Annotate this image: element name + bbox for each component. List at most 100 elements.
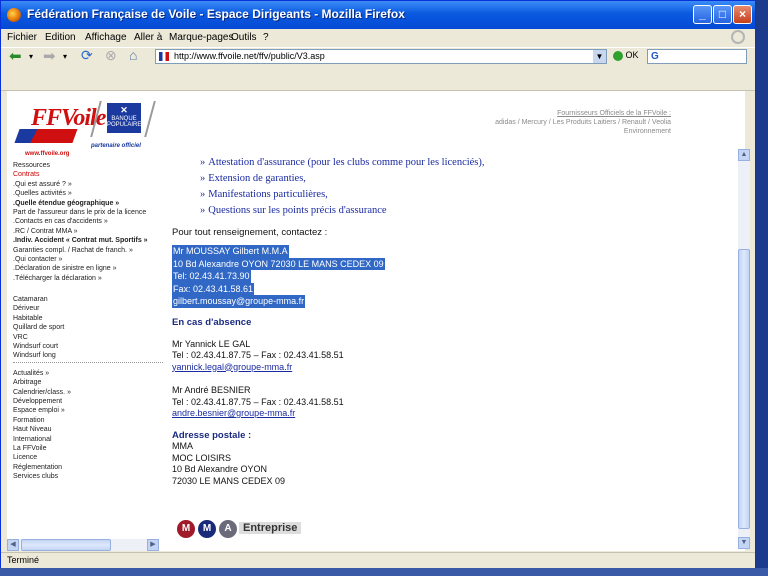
sidebar-item[interactable]: Arbitrage: [13, 378, 163, 387]
sidebar-item[interactable]: Formation: [13, 416, 163, 425]
vertical-scrollbar[interactable]: ▲ ▼: [738, 149, 750, 549]
contact-email-link[interactable]: andre.besnier@groupe-mma.fr: [172, 408, 295, 418]
selected-line: gilbert.moussay@groupe-mma.fr: [172, 295, 306, 308]
sidebar-item[interactable]: .Quelle étendue géographique »: [13, 199, 163, 208]
minimize-button[interactable]: _: [693, 5, 712, 24]
banque-populaire-logo[interactable]: ✕ BANQUE POPULAIRE: [107, 103, 141, 133]
scroll-right-icon[interactable]: ▶: [147, 539, 159, 551]
menu-affichage[interactable]: Affichage: [85, 32, 127, 43]
sidebar-item[interactable]: International: [13, 435, 163, 444]
sidebar-item[interactable]: Quillard de sport: [13, 323, 163, 332]
home-icon[interactable]: ⌂: [129, 47, 137, 63]
sidebar-item[interactable]: Licence: [13, 453, 163, 462]
hscroll-thumb[interactable]: [21, 539, 111, 551]
taskbar-edge: [0, 568, 768, 576]
navigation-toolbar: ⬅ ▾ ➡ ▾ ⟳ ⊗ ⌂ http://www.ffvoile.net/ffv…: [1, 47, 755, 69]
sidebar-item[interactable]: Calendrier/class. »: [13, 388, 163, 397]
bookmarks-toolbar: [1, 68, 755, 91]
horizontal-scrollbar[interactable]: ◀ ▶: [7, 539, 159, 551]
sidebar-item[interactable]: Part de l'assureur dans le prix de la li…: [13, 208, 163, 217]
menu-marque-pages[interactable]: Marque-pages: [169, 32, 233, 43]
scroll-down-icon[interactable]: ▼: [738, 537, 750, 549]
google-search-icon: G: [651, 51, 659, 62]
sidebar-item[interactable]: Contrats: [13, 170, 163, 179]
sidebar-item[interactable]: .Contacts en cas d'accidents »: [13, 217, 163, 226]
mma-word: Entreprise: [239, 522, 302, 534]
sidebar-item[interactable]: .Quelles activités »: [13, 189, 163, 198]
title-bar[interactable]: Fédération Française de Voile - Espace D…: [1, 1, 755, 29]
sidebar-item[interactable]: Habitable: [13, 314, 163, 323]
sidebar-item[interactable]: Haut Niveau: [13, 425, 163, 434]
sidebar-divider: [13, 361, 163, 366]
menu-edition[interactable]: Edition: [45, 32, 76, 43]
forward-dropdown-icon[interactable]: ▾: [63, 52, 67, 68]
url-dropdown-icon[interactable]: ▼: [593, 50, 606, 63]
suppliers-line[interactable]: adidas / Mercury / Les Produits Laitiers…: [441, 118, 671, 127]
forward-arrow-icon[interactable]: ➡: [43, 47, 56, 65]
menu-aide[interactable]: ?: [263, 32, 269, 43]
reload-icon[interactable]: ⟳: [81, 47, 93, 63]
menu-outils[interactable]: Outils: [231, 32, 257, 43]
sidebar-item[interactable]: Services clubs: [13, 472, 163, 481]
sidebar-item[interactable]: Développement: [13, 397, 163, 406]
postal-line: MOC LOISIRS: [172, 452, 232, 463]
contact-intro: Pour tout renseignement, contactez :: [172, 227, 328, 238]
bullet-icon: »: [200, 173, 206, 184]
sidebar-item[interactable]: .Télécharger la déclaration »: [13, 274, 163, 283]
scroll-up-icon[interactable]: ▲: [738, 149, 750, 161]
scroll-thumb[interactable]: [738, 249, 750, 529]
bullet-text: Manifestations particulières,: [208, 189, 328, 200]
postal-line: 10 Bd Alexandre OYON: [172, 464, 268, 474]
status-text: Terminé: [7, 555, 40, 565]
site-favicon: [159, 52, 169, 61]
menu-bar: Fichier Edition Affichage Aller à Marque…: [1, 29, 755, 47]
sidebar-item[interactable]: Dériveur: [13, 304, 163, 313]
stop-icon[interactable]: ⊗: [105, 47, 117, 63]
sidebar-item[interactable]: Windsurf long: [13, 351, 163, 360]
scroll-left-icon[interactable]: ◀: [7, 539, 19, 551]
sidebar-item[interactable]: .RC / Contrat MMA »: [13, 227, 163, 236]
sidebar-item[interactable]: .Qui contacter »: [13, 255, 163, 264]
sidebar-item[interactable]: .Qui est assuré ? »: [13, 180, 163, 189]
sidebar-item[interactable]: Catamaran: [13, 295, 163, 304]
mma-entreprise-logo[interactable]: M M A Entreprise: [177, 517, 322, 539]
absence-heading: En cas d'absence: [172, 317, 252, 328]
suppliers-line[interactable]: Environnement: [441, 127, 671, 136]
sidebar-item[interactable]: Réglementation: [13, 463, 163, 472]
bullet-icon: »: [200, 205, 206, 216]
selected-line: Tel: 02.43.41.73.90: [172, 270, 251, 283]
menu-fichier[interactable]: Fichier: [7, 32, 37, 43]
sidebar-item[interactable]: Ressources: [13, 161, 163, 170]
maximize-button[interactable]: □: [713, 5, 732, 24]
sidebar-item[interactable]: .Indiv. Accident « Contrat mut. Sportifs…: [13, 236, 163, 245]
sidebar-item[interactable]: Actualités »: [13, 369, 163, 378]
suppliers-title[interactable]: Fournisseurs Officiels de la FFVoile :: [441, 109, 671, 118]
sidebar-item[interactable]: Windsurf court: [13, 342, 163, 351]
contact-email-link[interactable]: yannick.legal@groupe-mma.fr: [172, 362, 292, 372]
postal-line: MMA: [172, 441, 193, 451]
selected-line: Mr MOUSSAY Gilbert M.M.A: [172, 245, 289, 258]
logo-site: www.ffvoile.org: [25, 151, 70, 157]
back-arrow-icon[interactable]: ⬅: [9, 47, 22, 65]
partner-label: partenaire officiel: [91, 143, 141, 149]
selected-contact-block[interactable]: Mr MOUSSAY Gilbert M.M.A 10 Bd Alexandre…: [172, 245, 385, 308]
go-arrow-icon: [613, 50, 623, 61]
sidebar-item[interactable]: VRC: [13, 333, 163, 342]
sidebar-item[interactable]: La FFVoile: [13, 444, 163, 453]
close-button[interactable]: ×: [733, 5, 752, 24]
url-bar[interactable]: http://www.ffvoile.net/ffv/public/V3.asp…: [155, 49, 607, 64]
postal-heading: Adresse postale :: [172, 429, 252, 441]
browser-window: Fédération Française de Voile - Espace D…: [0, 0, 756, 568]
bp-logo-text: BANQUE POPULAIRE: [107, 116, 142, 128]
go-button[interactable]: OK: [613, 50, 639, 61]
contact-name: Mr Yannick LE GAL: [172, 338, 251, 349]
menu-aller[interactable]: Aller à: [134, 32, 162, 43]
sidebar-item[interactable]: Garanties compl. / Rachat de franch. »: [13, 246, 163, 255]
contact-phone: Tel : 02.43.41.87.75 – Fax : 02.43.41.58…: [172, 350, 344, 360]
back-dropdown-icon[interactable]: ▾: [29, 52, 33, 68]
selected-line: Fax: 02.43.41.58.61: [172, 282, 255, 295]
sidebar-item[interactable]: .Déclaration de sinistre en ligne »: [13, 264, 163, 273]
window-title: Fédération Française de Voile - Espace D…: [27, 7, 405, 21]
search-input[interactable]: G: [647, 49, 747, 64]
sidebar-item[interactable]: Espace emploi »: [13, 406, 163, 415]
